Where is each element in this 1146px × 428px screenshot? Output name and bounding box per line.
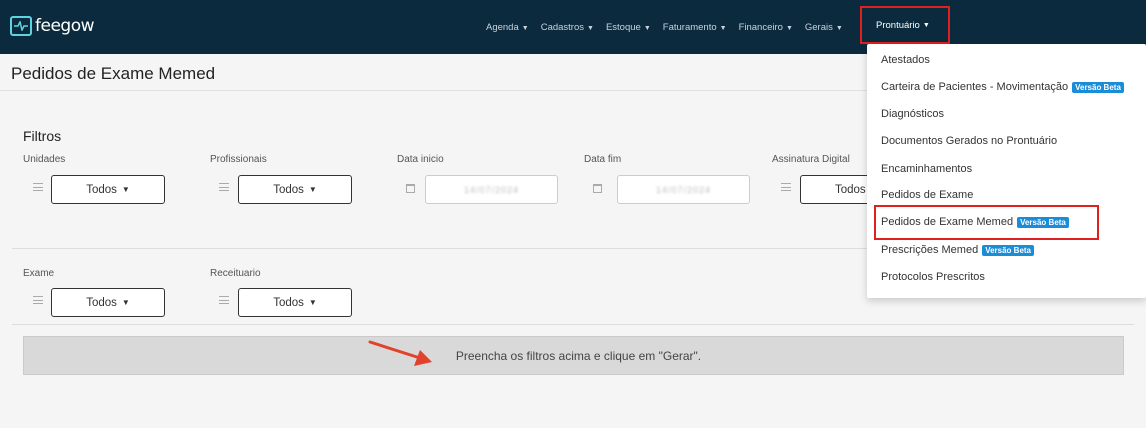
data-inicio-label: Data inicio (397, 154, 444, 165)
caret-down-icon: ▼ (719, 24, 727, 32)
divider (12, 324, 1134, 325)
calendar-icon (593, 184, 602, 193)
caret-down-icon: ▼ (308, 185, 317, 194)
beta-badge: Versão Beta (982, 244, 1035, 256)
data-inicio-input[interactable]: 14/07/2024 (425, 175, 558, 204)
menu-item-diagnosticos[interactable]: Diagnósticos (881, 108, 944, 120)
beta-badge: Versão Beta (1072, 81, 1124, 93)
drag-handle-icon[interactable] (33, 183, 43, 191)
profissionais-select[interactable]: Todos ▼ (238, 175, 352, 204)
banner-text: Preencha os filtros acima e clique em "G… (455, 348, 702, 363)
nav-financeiro[interactable]: Financeiro ▼ (739, 22, 793, 33)
caret-down-icon: ▼ (835, 24, 843, 32)
caret-down-icon: ▼ (643, 24, 651, 32)
prontuario-dropdown-menu: Atestados Carteira de Pacientes - Movime… (867, 44, 1146, 298)
caret-down-icon: ▼ (521, 24, 529, 32)
caret-down-icon: ▼ (785, 24, 793, 32)
data-fim-label: Data fim (584, 154, 622, 165)
drag-handle-icon[interactable] (781, 183, 791, 191)
data-fim-input[interactable]: 14/07/2024 (617, 175, 750, 204)
heartbeat-icon (10, 16, 32, 36)
drag-handle-icon[interactable] (33, 296, 43, 304)
info-banner: Preencha os filtros acima e clique em "G… (23, 336, 1124, 375)
filters-title: Filtros (23, 128, 62, 144)
divider (12, 248, 867, 249)
brand-logo[interactable]: feegow (10, 16, 95, 36)
unidades-select[interactable]: Todos ▼ (51, 175, 165, 204)
arrow-annotation-icon (368, 340, 432, 366)
nav-faturamento[interactable]: Faturamento ▼ (663, 22, 727, 33)
highlight-box (874, 205, 1099, 240)
nav-gerais[interactable]: Gerais ▼ (805, 22, 843, 33)
menu-item-pedidos-exame[interactable]: Pedidos de Exame (881, 189, 973, 201)
receituario-select[interactable]: Todos ▼ (238, 288, 352, 317)
menu-item-encaminhamentos[interactable]: Encaminhamentos (881, 163, 972, 175)
caret-down-icon: ▼ (922, 21, 930, 29)
profissionais-label: Profissionais (210, 154, 267, 165)
nav-prontuario[interactable]: Prontuário ▼ (860, 6, 950, 44)
menu-item-documentos-gerados[interactable]: Documentos Gerados no Prontuário (881, 135, 1057, 147)
brand-name: feegow (35, 16, 95, 36)
caret-down-icon: ▼ (587, 24, 594, 32)
drag-handle-icon[interactable] (219, 183, 229, 191)
menu-item-atestados[interactable]: Atestados (881, 54, 930, 66)
nav-agenda[interactable]: Agenda ▼ (486, 22, 529, 33)
menu-item-prescricoes-memed[interactable]: Prescrições Memed Versão Beta (881, 244, 1035, 256)
main-nav: Agenda ▼ Cadastros ▼ Estoque ▼ Faturamento ▼… (486, 0, 950, 54)
receituario-label: Receituario (210, 268, 261, 279)
drag-handle-icon[interactable] (219, 296, 229, 304)
assinatura-label: Assinatura Digital (772, 154, 850, 165)
caret-down-icon: ▼ (121, 185, 130, 194)
unidades-label: Unidades (23, 154, 66, 165)
caret-down-icon: ▼ (308, 298, 317, 307)
exame-select[interactable]: Todos ▼ (51, 288, 165, 317)
caret-down-icon: ▼ (121, 298, 130, 307)
nav-estoque[interactable]: Estoque ▼ (606, 22, 651, 33)
page-title: Pedidos de Exame Memed (11, 64, 216, 83)
menu-item-protocolos-prescritos[interactable]: Protocolos Prescritos (881, 271, 985, 283)
nav-cadastros[interactable]: Cadastros ▼ (541, 22, 594, 33)
menu-item-carteira-pacientes[interactable]: Carteira de Pacientes - Movimentação Vers… (881, 81, 1124, 93)
calendar-icon (406, 184, 415, 193)
exame-label: Exame (23, 268, 55, 279)
